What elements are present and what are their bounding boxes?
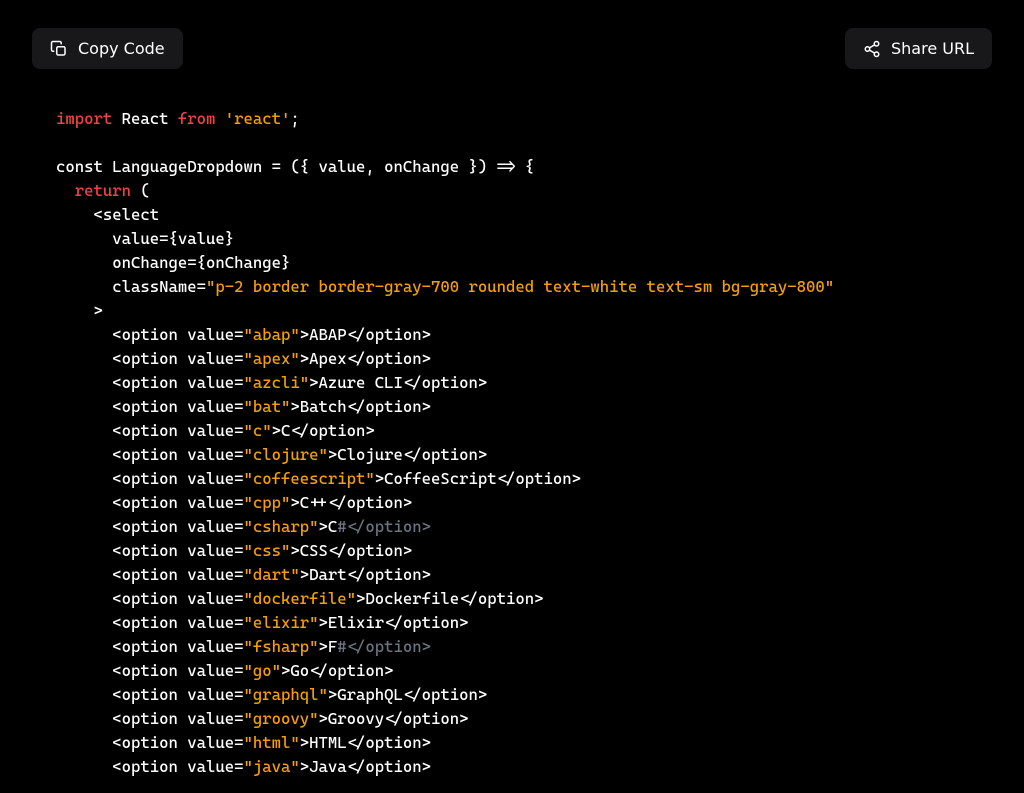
string-option-value: "graphql" xyxy=(244,685,328,704)
string-option-value: "css" xyxy=(244,541,291,560)
code-line: > xyxy=(56,299,968,323)
share-url-button[interactable]: Share URL xyxy=(845,28,992,69)
code-line: <option value="csharp">C#</option> xyxy=(56,515,968,539)
code-line: <option value="apex">Apex</option> xyxy=(56,347,968,371)
code-line: <option value="elixir">Elixir</option> xyxy=(56,611,968,635)
code-line: return ( xyxy=(56,179,968,203)
string-option-value: "c" xyxy=(244,421,272,440)
code-line: <option value="graphql">GraphQL</option> xyxy=(56,683,968,707)
code-line: <option value="css">CSS</option> xyxy=(56,539,968,563)
comment-token: #</option> xyxy=(337,637,431,656)
code-line: <option value="groovy">Groovy</option> xyxy=(56,707,968,731)
string-option-value: "apex" xyxy=(244,349,300,368)
code-line: <option value="html">HTML</option> xyxy=(56,731,968,755)
string-option-value: "dart" xyxy=(244,565,300,584)
string-option-value: "fsharp" xyxy=(244,637,319,656)
string-option-value: "html" xyxy=(244,733,300,752)
code-line: <option value="c">C</option> xyxy=(56,419,968,443)
string-option-value: "dockerfile" xyxy=(244,589,357,608)
code-line: <option value="abap">ABAP</option> xyxy=(56,323,968,347)
code-line: import React from 'react'; xyxy=(56,107,968,131)
code-block: import React from 'react'; const Languag… xyxy=(0,93,1024,793)
copy-code-label: Copy Code xyxy=(78,39,165,58)
code-line: <option value="bat">Batch</option> xyxy=(56,395,968,419)
copy-code-button[interactable]: Copy Code xyxy=(32,28,183,69)
code-line: <option value="dart">Dart</option> xyxy=(56,563,968,587)
code-line: className="p-2 border border-gray-700 ro… xyxy=(56,275,968,299)
code-line: const LanguageDropdown = ({ value, onCha… xyxy=(56,155,968,179)
code-line: <option value="fsharp">F#</option> xyxy=(56,635,968,659)
keyword-return: return xyxy=(75,181,131,200)
code-line xyxy=(56,131,968,155)
string-option-value: "coffeescript" xyxy=(244,469,375,488)
code-line: <option value="go">Go</option> xyxy=(56,659,968,683)
share-url-label: Share URL xyxy=(891,39,974,58)
string-option-value: "go" xyxy=(244,661,282,680)
code-line: <select xyxy=(56,203,968,227)
string-option-value: "bat" xyxy=(244,397,291,416)
string-option-value: "clojure" xyxy=(244,445,328,464)
code-line: <option value="cpp">C++</option> xyxy=(56,491,968,515)
comment-token: #</option> xyxy=(337,517,431,536)
string-option-value: "groovy" xyxy=(244,709,319,728)
string-option-value: "azcli" xyxy=(244,373,310,392)
copy-icon xyxy=(50,40,68,58)
string-option-value: "java" xyxy=(244,757,300,776)
string-option-value: "cpp" xyxy=(244,493,291,512)
code-line: value={value} xyxy=(56,227,968,251)
keyword-import: import xyxy=(56,109,112,128)
string-classname: "p-2 border border-gray-700 rounded text… xyxy=(206,277,834,296)
code-line: <option value="dockerfile">Dockerfile</o… xyxy=(56,587,968,611)
string-option-value: "csharp" xyxy=(244,517,319,536)
keyword-from: from xyxy=(178,109,216,128)
string-module: 'react' xyxy=(225,109,291,128)
share-icon xyxy=(863,40,881,58)
string-option-value: "abap" xyxy=(244,325,300,344)
code-line: <option value="java">Java</option> xyxy=(56,755,968,779)
code-line: <option value="coffeescript">CoffeeScrip… xyxy=(56,467,968,491)
code-line: <option value="clojure">Clojure</option> xyxy=(56,443,968,467)
code-line: <option value="azcli">Azure CLI</option> xyxy=(56,371,968,395)
code-line: onChange={onChange} xyxy=(56,251,968,275)
code-toolbar: Copy Code Share URL xyxy=(0,0,1024,93)
string-option-value: "elixir" xyxy=(244,613,319,632)
